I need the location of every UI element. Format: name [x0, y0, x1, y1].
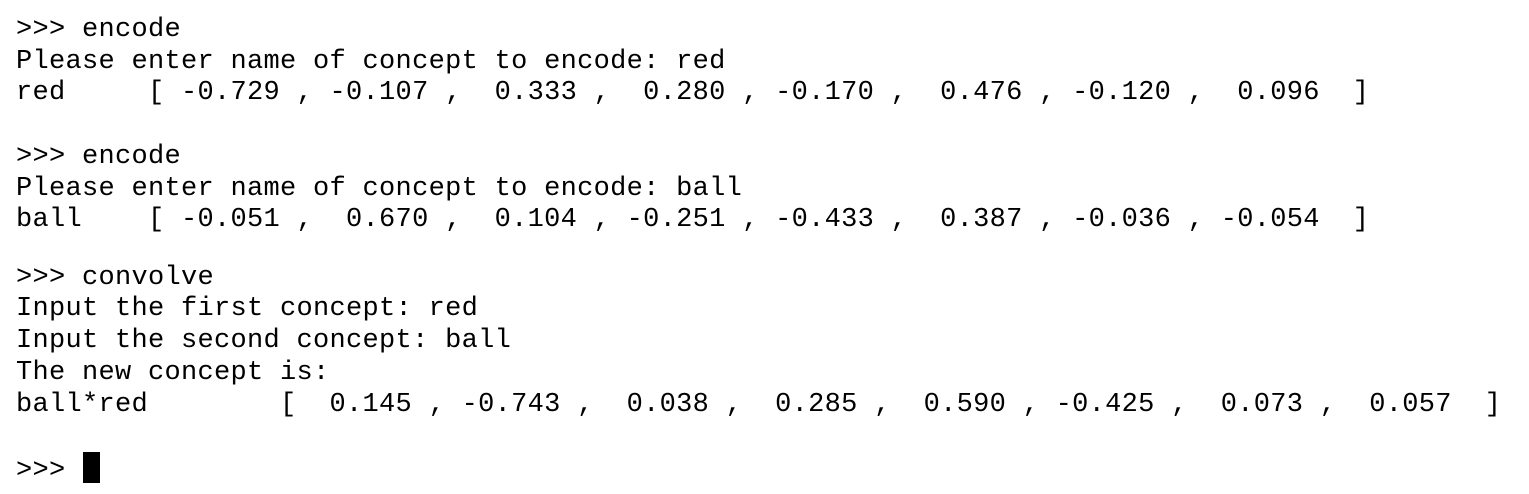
command-line-encode: >>> encode: [16, 15, 182, 45]
vector-output-ball: ball [ -0.051 , 0.670 , 0.104 , -0.251 ,…: [16, 205, 1370, 235]
first-concept-prompt: Input the first concept: red: [16, 294, 479, 324]
text-cursor: [83, 452, 101, 483]
prompt-symbol: >>>: [16, 456, 83, 486]
encode-prompt-red: Please enter name of concept to encode: …: [16, 47, 726, 77]
vector-output-red: red [ -0.729 , -0.107 , 0.333 , 0.280 , …: [16, 78, 1370, 108]
terminal-window[interactable]: >>> encode Please enter name of concept …: [0, 0, 1529, 494]
command-line-convolve: >>> convolve: [16, 263, 215, 293]
vector-output-ball-red: ball*red [ 0.145 , -0.743 , 0.038 , 0.28…: [16, 390, 1502, 420]
command-line-encode: >>> encode: [16, 142, 182, 172]
encode-prompt-ball: Please enter name of concept to encode: …: [16, 174, 743, 204]
second-concept-prompt: Input the second concept: ball: [16, 326, 512, 356]
result-label: The new concept is:: [16, 358, 330, 388]
active-prompt-line[interactable]: >>>: [16, 452, 101, 486]
